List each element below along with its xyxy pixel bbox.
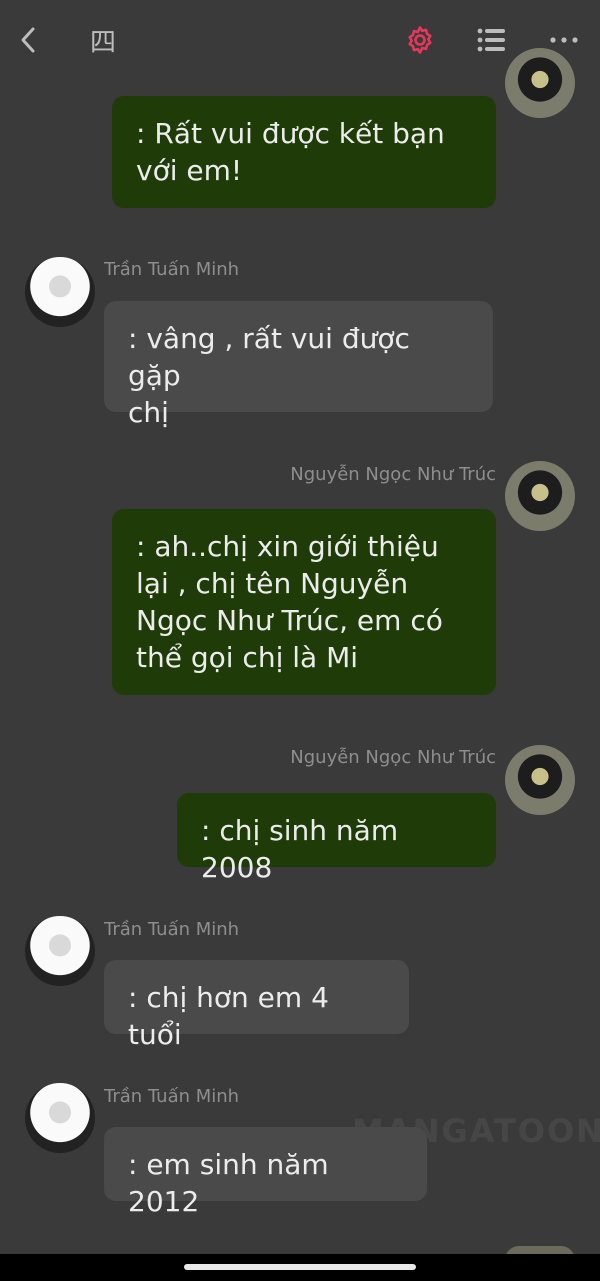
avatar: [25, 916, 95, 986]
message-bubble: : em sinh năm 2012: [104, 1127, 427, 1218]
message-text: : ah..chị xin giới thiệu lại , chị tên N…: [136, 530, 443, 674]
chapter-list-icon[interactable]: [470, 20, 514, 60]
avatar: [25, 257, 95, 327]
sender-name: Nguyễn Ngọc Như Trúc: [290, 464, 496, 485]
message-bubble: : ah..chị xin giới thiệu lại , chị tên N…: [112, 509, 496, 695]
avatar: [505, 745, 575, 815]
message-text: : chị hơn em 4 tuổi: [128, 981, 329, 1051]
home-indicator[interactable]: [184, 1264, 416, 1270]
message-text: : chị sinh năm 2008: [201, 814, 399, 884]
sender-name: Nguyễn Ngọc Như Trúc: [290, 747, 496, 768]
message-bubble: : chị sinh năm 2008: [177, 793, 496, 884]
avatar: [25, 1083, 95, 1153]
sender-name: Trần Tuấn Minh: [104, 259, 240, 280]
message-bubble: : vâng , rất vui được gặp chị: [104, 301, 493, 429]
message-text: : Rất vui được kết bạn với em!: [136, 117, 445, 187]
back-icon[interactable]: [10, 20, 46, 60]
avatar: [505, 461, 575, 531]
gear-icon[interactable]: [398, 20, 442, 60]
sender-name: Trần Tuấn Minh: [104, 919, 240, 940]
message-text: : em sinh năm 2012: [128, 1148, 329, 1218]
message-bubble: : chị hơn em 4 tuổi: [104, 960, 409, 1051]
message-bubble: : Rất vui được kết bạn với em!: [112, 96, 496, 208]
message-text: : vâng , rất vui được gặp chị: [128, 322, 410, 429]
chapter-number-label[interactable]: 四: [82, 20, 124, 60]
sender-name: Trần Tuấn Minh: [104, 1086, 240, 1107]
avatar: [505, 48, 575, 118]
